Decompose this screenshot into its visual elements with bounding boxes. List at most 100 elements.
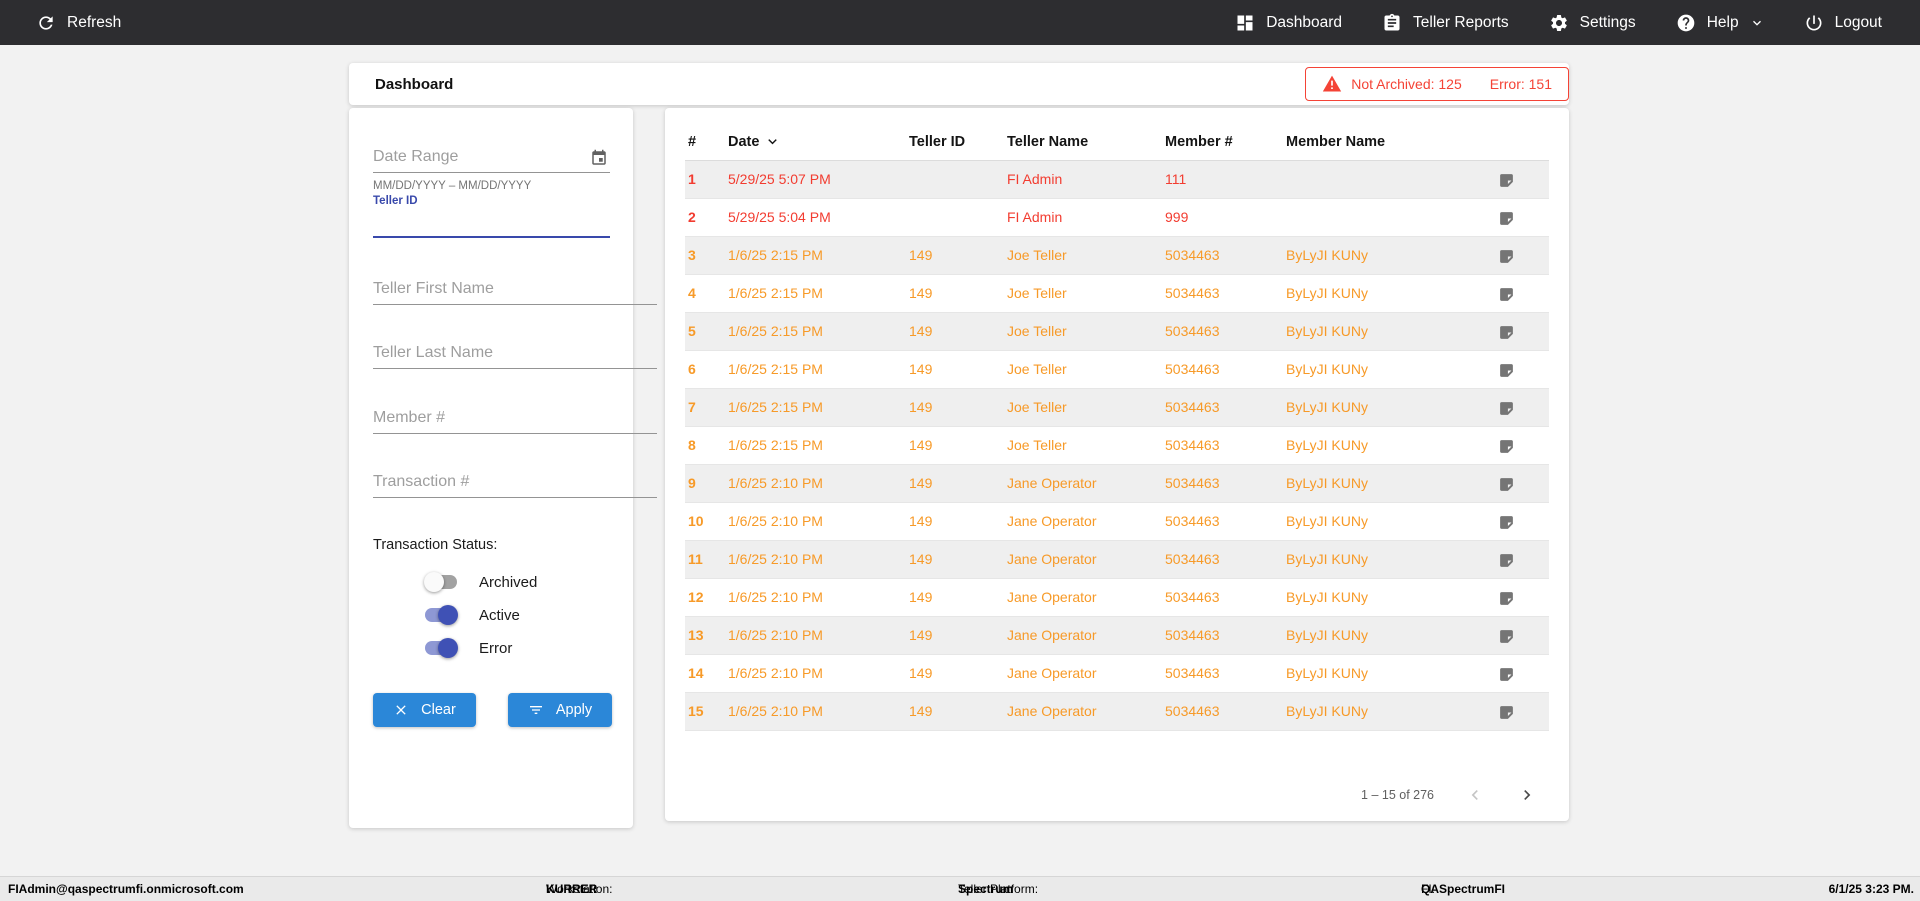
row-number: 1 (685, 160, 725, 199)
cell-date: 1/6/25 2:15 PM (725, 312, 906, 351)
cell-date: 1/6/25 2:15 PM (725, 236, 906, 275)
cell-member-number: 5034463 (1162, 616, 1283, 655)
table-row[interactable]: 2 5/29/25 5:04 PM FI Admin 999 (685, 198, 1549, 237)
cell-teller-id: 149 (906, 502, 1004, 541)
row-number: 14 (685, 654, 725, 693)
member-number-input[interactable] (373, 409, 657, 434)
note-icon[interactable] (1498, 324, 1515, 341)
cell-member-name: ByLyJI KUNy (1283, 654, 1495, 693)
cell-teller-name: Joe Teller (1004, 388, 1162, 427)
chevron-left-icon (1471, 790, 1478, 800)
teller-id-input[interactable] (373, 210, 610, 238)
cell-member-number: 5034463 (1162, 502, 1283, 541)
refresh-button[interactable]: Refresh (36, 13, 121, 33)
table-row[interactable]: 13 1/6/25 2:10 PM 149 Jane Operator 5034… (685, 616, 1549, 655)
refresh-label: Refresh (67, 13, 122, 31)
clear-button[interactable]: Clear (373, 693, 476, 727)
nav-teller-reports[interactable]: Teller Reports (1382, 13, 1509, 33)
note-icon[interactable] (1498, 590, 1515, 607)
note-icon[interactable] (1498, 210, 1515, 227)
cell-note (1495, 578, 1549, 617)
note-icon[interactable] (1498, 400, 1515, 417)
cell-note (1495, 350, 1549, 389)
date-range-input[interactable] (373, 148, 590, 172)
topbar: Refresh Dashboard Teller Reports Setting… (0, 0, 1920, 45)
toggle-switch-error[interactable] (424, 638, 458, 658)
note-icon[interactable] (1498, 628, 1515, 645)
cell-member-number: 999 (1162, 198, 1283, 237)
cell-teller-name: Jane Operator (1004, 464, 1162, 503)
cell-date: 1/6/25 2:10 PM (725, 464, 906, 503)
note-icon[interactable] (1498, 286, 1515, 303)
app-window: Refresh Dashboard Teller Reports Setting… (0, 0, 1920, 901)
table-row[interactable]: 7 1/6/25 2:15 PM 149 Joe Teller 5034463 … (685, 388, 1549, 427)
pagination-range: 1 – 15 of 276 (1361, 788, 1434, 802)
calendar-icon[interactable] (590, 149, 608, 167)
toggle-label: Active (479, 606, 520, 624)
table-row[interactable]: 6 1/6/25 2:15 PM 149 Joe Teller 5034463 … (685, 350, 1549, 389)
note-icon[interactable] (1498, 552, 1515, 569)
transactions-panel: # Date Teller ID Teller Name Member # Me… (665, 108, 1569, 821)
cell-teller-id (906, 198, 1004, 237)
nav-dashboard[interactable]: Dashboard (1235, 13, 1342, 33)
cell-member-name (1283, 160, 1495, 199)
cell-teller-name: Joe Teller (1004, 350, 1162, 389)
date-range-helper: MM/DD/YYYY – MM/DD/YYYY (373, 180, 532, 192)
cell-member-name (1283, 198, 1495, 237)
warning-icon (1323, 75, 1342, 92)
table-row[interactable]: 10 1/6/25 2:10 PM 149 Jane Operator 5034… (685, 502, 1549, 541)
nav-help[interactable]: Help (1676, 13, 1764, 33)
cell-date: 5/29/25 5:04 PM (725, 198, 906, 237)
cell-teller-id: 149 (906, 426, 1004, 465)
cell-teller-id: 149 (906, 388, 1004, 427)
cell-teller-id: 149 (906, 274, 1004, 313)
note-icon[interactable] (1498, 704, 1515, 721)
note-icon[interactable] (1498, 362, 1515, 379)
status-bar: FIAdmin@qaspectrumfi.onmicrosoft.com Wor… (0, 876, 1920, 901)
cell-teller-name: FI Admin (1004, 160, 1162, 199)
col-member-name: Member Name (1283, 124, 1495, 161)
cell-note (1495, 274, 1549, 313)
row-number: 12 (685, 578, 725, 617)
table-row[interactable]: 11 1/6/25 2:10 PM 149 Jane Operator 5034… (685, 540, 1549, 579)
cell-teller-name: Jane Operator (1004, 540, 1162, 579)
table-row[interactable]: 9 1/6/25 2:10 PM 149 Jane Operator 50344… (685, 464, 1549, 503)
close-icon (396, 705, 406, 715)
next-page-button[interactable] (1516, 784, 1538, 806)
cell-date: 1/6/25 2:10 PM (725, 692, 906, 731)
table-row[interactable]: 15 1/6/25 2:10 PM 149 Jane Operator 5034… (685, 692, 1549, 731)
transaction-number-input[interactable] (373, 473, 657, 498)
teller-first-name-input[interactable] (373, 280, 657, 305)
row-number: 8 (685, 426, 725, 465)
cell-member-name: ByLyJI KUNy (1283, 502, 1495, 541)
note-icon[interactable] (1498, 248, 1515, 265)
note-icon[interactable] (1498, 514, 1515, 531)
table-row[interactable]: 3 1/6/25 2:15 PM 149 Joe Teller 5034463 … (685, 236, 1549, 275)
note-icon[interactable] (1498, 172, 1515, 189)
table-row[interactable]: 4 1/6/25 2:15 PM 149 Joe Teller 5034463 … (685, 274, 1549, 313)
nav-logout[interactable]: Logout (1804, 13, 1882, 33)
teller-last-name-input[interactable] (373, 344, 657, 369)
col-date[interactable]: Date (725, 124, 906, 161)
alert-error-count: Error: 151 (1489, 76, 1552, 92)
cell-member-name: ByLyJI KUNy (1283, 540, 1495, 579)
table-row[interactable]: 8 1/6/25 2:15 PM 149 Joe Teller 5034463 … (685, 426, 1549, 465)
cell-member-name: ByLyJI KUNy (1283, 464, 1495, 503)
note-icon[interactable] (1498, 438, 1515, 455)
refresh-icon (39, 15, 53, 30)
note-icon[interactable] (1498, 666, 1515, 683)
toggle-switch-active[interactable] (424, 605, 458, 625)
table-row[interactable]: 5 1/6/25 2:15 PM 149 Joe Teller 5034463 … (685, 312, 1549, 351)
cell-teller-id: 149 (906, 540, 1004, 579)
cell-teller-id (906, 160, 1004, 199)
cell-teller-id: 149 (906, 350, 1004, 389)
toggle-switch-archived[interactable] (424, 572, 458, 592)
table-row[interactable]: 14 1/6/25 2:10 PM 149 Jane Operator 5034… (685, 654, 1549, 693)
previous-page-button[interactable] (1464, 784, 1486, 806)
table-row[interactable]: 12 1/6/25 2:10 PM 149 Jane Operator 5034… (685, 578, 1549, 617)
apply-button[interactable]: Apply (508, 693, 612, 727)
nav-settings[interactable]: Settings (1549, 13, 1636, 33)
table-row[interactable]: 1 5/29/25 5:07 PM FI Admin 111 (685, 160, 1549, 199)
note-icon[interactable] (1498, 476, 1515, 493)
cell-date: 1/6/25 2:10 PM (725, 654, 906, 693)
